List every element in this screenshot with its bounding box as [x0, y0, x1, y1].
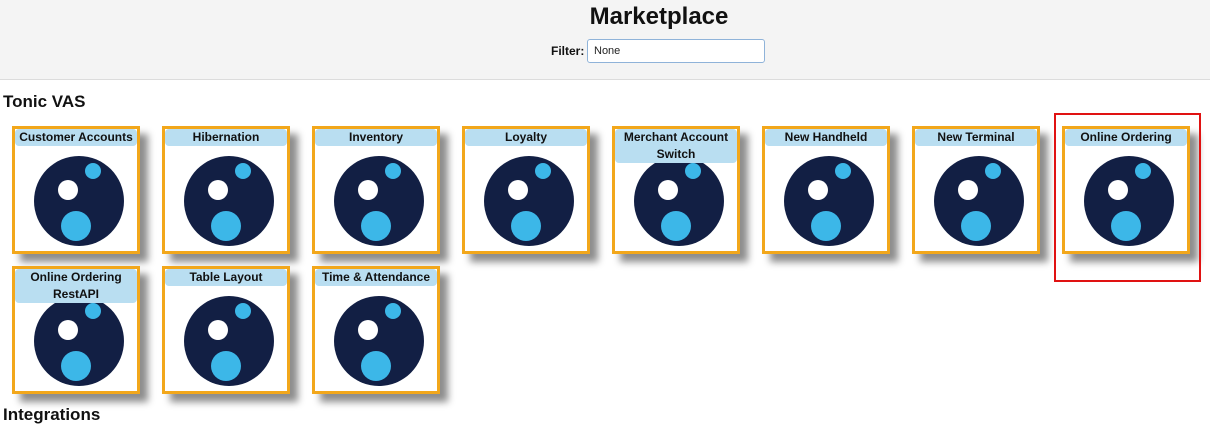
tonic-logo-icon	[934, 156, 1024, 246]
tile-label: Online Ordering RestAPI	[15, 269, 137, 303]
tile-new-terminal[interactable]: New Terminal	[912, 126, 1040, 254]
tonic-logo-icon	[184, 156, 274, 246]
tile-label: Inventory	[315, 129, 437, 146]
tonic-logo-icon	[34, 296, 124, 386]
tonic-logo-icon	[484, 156, 574, 246]
tile-new-handheld[interactable]: New Handheld	[762, 126, 890, 254]
tile-label: Hibernation	[165, 129, 287, 146]
tonic-logo-icon	[184, 296, 274, 386]
tile-label: Loyalty	[465, 129, 587, 146]
section-title-tonic-vas: Tonic VAS	[3, 92, 86, 111]
tonic-logo-icon	[334, 156, 424, 246]
tile-label: New Terminal	[915, 129, 1037, 146]
tile-inventory[interactable]: Inventory	[312, 126, 440, 254]
tonic-logo-icon	[784, 156, 874, 246]
tonic-logo-icon	[34, 156, 124, 246]
tonic-logo-icon	[634, 156, 724, 246]
tile-table-layout[interactable]: Table Layout	[162, 266, 290, 394]
tile-label: Time & Attendance	[315, 269, 437, 286]
tonic-logo-icon	[334, 296, 424, 386]
tile-online-ordering-restapi[interactable]: Online Ordering RestAPI	[12, 266, 140, 394]
filter-label: Filter:	[551, 44, 585, 58]
filter-selected-value: None	[594, 45, 621, 57]
section-title-integrations: Integrations	[3, 405, 101, 424]
tile-merchant-account-switch[interactable]: Merchant Account Switch	[612, 126, 740, 254]
header: Marketplace Filter: None	[0, 0, 1210, 80]
tile-hibernation[interactable]: Hibernation	[162, 126, 290, 254]
tile-time-attendance[interactable]: Time & Attendance	[312, 266, 440, 394]
tile-label: Table Layout	[165, 269, 287, 286]
tile-label: Merchant Account Switch	[615, 129, 737, 163]
page-title: Marketplace	[589, 3, 729, 30]
tile-label: New Handheld	[765, 129, 887, 146]
filter-select[interactable]: None	[587, 39, 765, 63]
tile-label: Customer Accounts	[15, 129, 137, 146]
tile-customer-accounts[interactable]: Customer Accounts	[12, 126, 140, 254]
selection-highlight	[1054, 113, 1201, 282]
tile-loyalty[interactable]: Loyalty	[462, 126, 590, 254]
